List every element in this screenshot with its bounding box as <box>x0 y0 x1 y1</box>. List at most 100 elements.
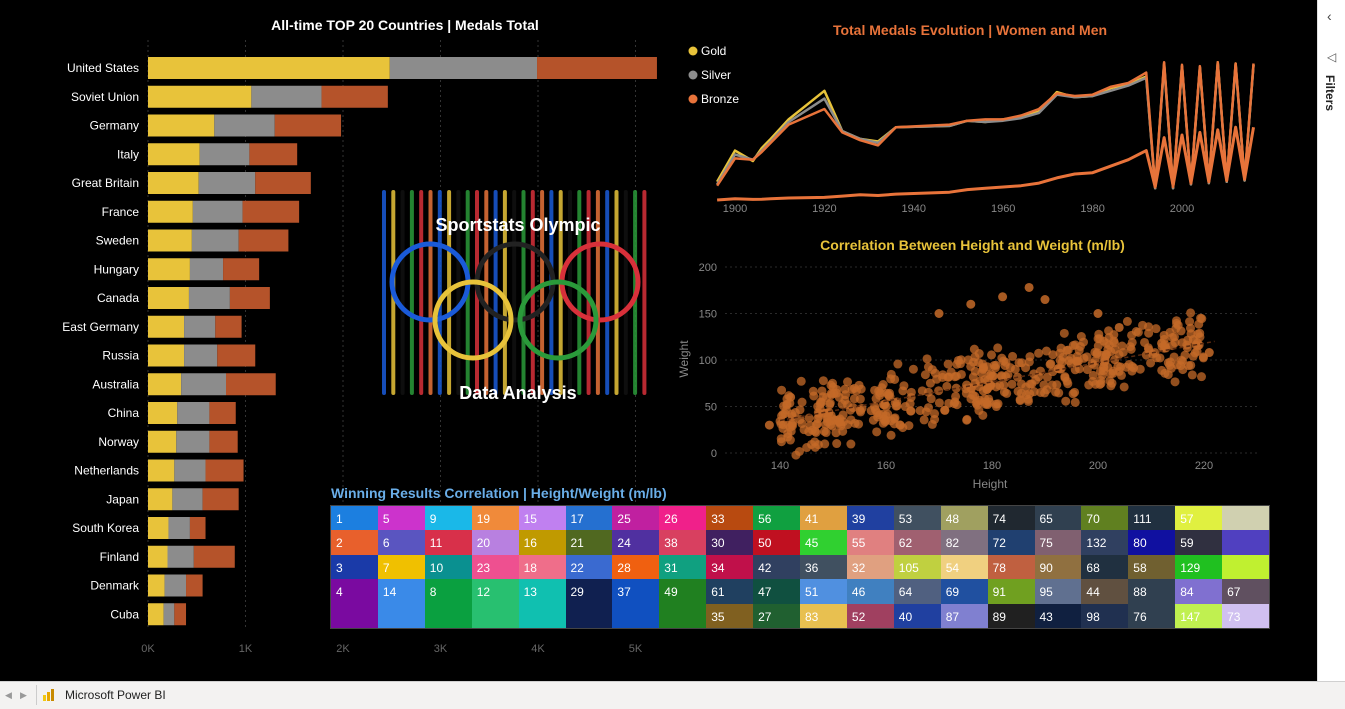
treemap-cell[interactable]: 68 <box>1081 554 1129 580</box>
bar-segment-gold[interactable] <box>148 143 200 166</box>
treemap-cell[interactable]: 98 <box>1081 603 1129 628</box>
bar-segment-silver[interactable] <box>176 430 210 453</box>
bar-segment-silver[interactable] <box>198 172 256 194</box>
treemap-cell[interactable]: 23 <box>471 554 519 580</box>
treemap-cell[interactable] <box>1222 554 1269 580</box>
treemap-cell[interactable]: 10 <box>424 554 472 580</box>
treemap-cell[interactable]: 74 <box>987 506 1035 531</box>
bar-segment-gold[interactable] <box>148 574 165 597</box>
treemap-cell[interactable]: 51 <box>800 579 847 604</box>
treemap-cell[interactable]: 45 <box>800 530 847 555</box>
bar-segment-bronze[interactable] <box>174 603 187 626</box>
treemap-cell[interactable]: 83 <box>800 603 847 628</box>
treemap-cell[interactable]: 67 <box>1222 579 1269 604</box>
bar-segment-silver[interactable] <box>251 85 322 108</box>
treemap-cell[interactable]: 75 <box>1034 530 1082 555</box>
treemap-cell[interactable]: 57 <box>1175 506 1223 531</box>
treemap-cell[interactable]: 62 <box>893 530 941 555</box>
treemap-cell[interactable]: 21 <box>565 530 613 555</box>
legend-label[interactable]: Gold <box>701 44 726 58</box>
line-series-gold[interactable] <box>716 60 1255 190</box>
treemap-cell[interactable]: 4 <box>331 579 378 628</box>
bar-segment-bronze[interactable] <box>223 258 260 281</box>
bar-segment-bronze[interactable] <box>186 574 203 597</box>
treemap-cell[interactable]: 15 <box>518 506 566 531</box>
treemap-cell[interactable]: 29 <box>565 579 613 628</box>
treemap-cell[interactable]: 147 <box>1175 603 1223 628</box>
bar-segment-silver[interactable] <box>214 114 275 137</box>
bar-segment-bronze[interactable] <box>238 229 289 252</box>
treemap-cell[interactable]: 19 <box>471 506 519 531</box>
treemap-cell[interactable]: 30 <box>706 530 754 555</box>
treemap-cell[interactable]: 89 <box>987 603 1035 628</box>
treemap-cell[interactable]: 72 <box>987 530 1035 555</box>
treemap-cell[interactable]: 12 <box>471 579 519 628</box>
bar-segment-silver[interactable] <box>174 459 206 482</box>
treemap-cell[interactable]: 25 <box>612 506 660 531</box>
bar-segment-silver[interactable] <box>172 488 203 511</box>
legend-marker[interactable] <box>688 94 698 104</box>
bar-segment-bronze[interactable] <box>217 344 256 367</box>
treemap-cell[interactable]: 1 <box>331 506 378 531</box>
height-weight-scatter[interactable]: 0 50 100 150 200 140 160 180 200 220 Height Weight <box>670 255 1270 495</box>
treemap-cell[interactable]: 55 <box>846 530 894 555</box>
treemap-cell[interactable]: 33 <box>706 506 754 531</box>
bar-segment-bronze[interactable] <box>209 430 238 453</box>
medals-line-chart[interactable]: Gold Silver Bronze 1900 1920 1940 1960 1980 2000 <box>680 40 1280 230</box>
treemap-cell[interactable]: 9 <box>424 506 472 531</box>
bar-segment-bronze[interactable] <box>242 200 300 223</box>
bar-segment-gold[interactable] <box>148 57 390 79</box>
treemap-cell[interactable]: 18 <box>518 554 566 580</box>
bar-segment-silver[interactable] <box>177 402 210 424</box>
treemap-cell[interactable]: 7 <box>377 554 425 580</box>
legend-label[interactable]: Bronze <box>701 92 739 106</box>
bar-segment-bronze[interactable] <box>537 57 657 79</box>
treemap-cell[interactable]: 37 <box>612 579 660 628</box>
treemap-cell[interactable]: 11 <box>424 530 472 555</box>
bar-segment-silver[interactable] <box>189 258 224 281</box>
bar-segment-bronze[interactable] <box>249 143 298 166</box>
bar-segment-gold[interactable] <box>148 85 252 108</box>
legend-label[interactable]: Silver <box>701 68 731 82</box>
treemap-cell[interactable]: 47 <box>753 579 800 604</box>
treemap-cell[interactable] <box>1222 530 1269 555</box>
treemap-cell[interactable]: 49 <box>659 579 707 628</box>
bar-segment-silver[interactable] <box>181 373 226 396</box>
treemap-cell[interactable]: 54 <box>940 554 988 580</box>
treemap-cell[interactable]: 78 <box>987 554 1035 580</box>
treemap-cell[interactable]: 91 <box>987 579 1035 604</box>
bar-segment-bronze[interactable] <box>321 85 388 108</box>
bar-segment-gold[interactable] <box>148 459 175 482</box>
bar-segment-silver[interactable] <box>188 287 230 309</box>
treemap-cell[interactable]: 41 <box>800 506 847 531</box>
treemap-cell[interactable]: 3 <box>331 554 378 580</box>
bar-segment-gold[interactable] <box>148 315 185 338</box>
treemap-cell[interactable]: 56 <box>753 506 800 531</box>
treemap-cell[interactable]: 16 <box>518 530 566 555</box>
treemap-cell[interactable]: 58 <box>1128 554 1176 580</box>
treemap-cell[interactable]: 82 <box>940 530 988 555</box>
treemap-cell[interactable]: 5 <box>377 506 425 531</box>
treemap-cell[interactable]: 38 <box>659 530 707 555</box>
bar-segment-silver[interactable] <box>168 517 190 539</box>
bar-segment-bronze[interactable] <box>229 287 270 309</box>
bar-segment-silver[interactable] <box>167 545 194 568</box>
treemap-cell[interactable]: 52 <box>846 603 894 628</box>
treemap-cell[interactable]: 73 <box>1222 603 1269 628</box>
bar-segment-silver[interactable] <box>184 344 218 367</box>
bar-segment-gold[interactable] <box>148 258 190 281</box>
treemap-cell[interactable]: 65 <box>1034 506 1082 531</box>
bar-segment-silver[interactable] <box>389 57 538 79</box>
bar-segment-bronze[interactable] <box>209 402 236 424</box>
prev-page-icon[interactable]: ◀ <box>5 690 12 701</box>
bar-segment-bronze[interactable] <box>255 172 311 194</box>
next-page-icon[interactable]: ▶ <box>20 690 27 701</box>
bar-segment-gold[interactable] <box>148 373 182 396</box>
treemap-cell[interactable]: 84 <box>1175 579 1223 604</box>
legend-marker[interactable] <box>688 46 698 56</box>
legend-marker[interactable] <box>688 70 698 80</box>
treemap-cell[interactable]: 17 <box>565 506 613 531</box>
treemap-cell[interactable]: 80 <box>1128 530 1176 555</box>
treemap-cell[interactable]: 28 <box>612 554 660 580</box>
treemap-cell[interactable]: 2 <box>331 530 378 555</box>
